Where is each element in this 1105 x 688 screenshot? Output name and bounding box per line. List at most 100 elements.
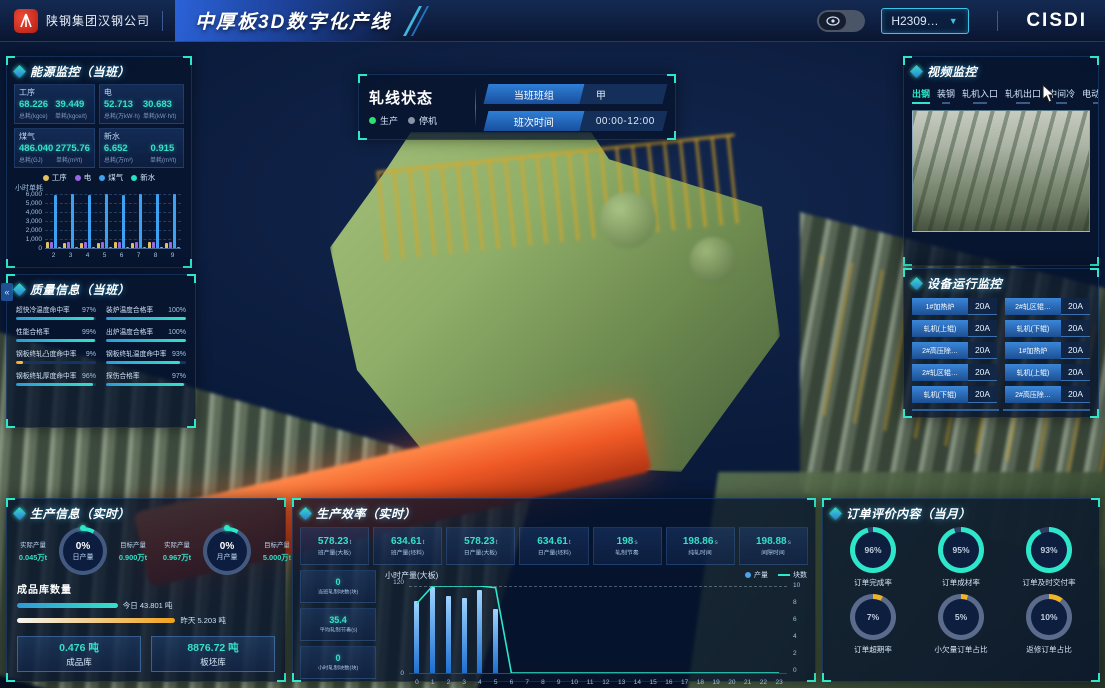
bar [152,242,155,248]
quality-percent: 93% [172,351,186,358]
bar [63,243,66,248]
y-tick-label: 120 [393,579,404,586]
stock-bar-label: 昨天 5.203 吨 [180,615,225,626]
scrollbar-segment[interactable] [912,409,999,411]
scrollbar-segment[interactable] [1003,409,1090,411]
equipment-name-chip[interactable]: 2#高压除… [1005,386,1061,403]
quality-label: 超快冷温度命中率 [16,305,70,315]
camera-tabs: 出钢装钢轧机入口轧机出口中间冷电动辊道 [904,83,1098,104]
bar-group [113,194,130,248]
x-tick-label: 8 [147,252,164,259]
legend-item[interactable]: 电 [75,172,92,183]
metric-value: 2775.76 [56,143,90,154]
progress-track [16,361,96,364]
efficiency-mini-tile: 0小时轧制块数(块) [300,646,376,679]
quality-label: 出炉温度合格率 [106,327,153,337]
donut-percent: 96% [850,527,896,573]
progress-track [106,339,186,342]
equipment-row: 2#高压除…20A [912,342,997,359]
metric-value: 52.713 [104,99,143,110]
target-output-label: 目标产量 [113,540,153,549]
hour-tick-label: 14 [630,679,646,686]
donut-ring: 95% [938,527,984,573]
quality-item: 装炉温度合格率100% [106,305,186,320]
bar [173,194,176,248]
bar [177,247,180,248]
camera-tab[interactable]: 装钢 [937,87,955,104]
stat-label: 轧制节奏 [615,547,638,556]
camera-feed-image[interactable] [912,110,1090,232]
order-donut: 10%返修订单占比 [1007,594,1091,655]
device-select-dropdown[interactable]: H2309… ▼ [881,8,969,34]
efficiency-stat-tile: 578.23t日产量(大板) [446,527,515,565]
efficiency-mini-tile: 0当班轧制块数(块) [300,570,376,603]
equipment-name-chip[interactable]: 1#加热炉 [912,298,968,315]
quality-percent: 9% [86,351,96,358]
quality-label: 钢板终轧温度命中率 [106,349,166,359]
page-title: 中厚板3D数字化产线 [195,7,391,34]
quality-items: 超快冷温度命中率97%装炉温度合格率100%性能合格率99%出炉温度合格率100… [7,301,195,390]
quality-collapse-button[interactable]: « [1,283,13,301]
hour-tick-label: 5 [488,679,504,686]
energy-tile: 工序68.226总耗(kgce)39.449单耗(kgce/t) [14,84,95,124]
status-field-chip[interactable]: 当班班组 [484,84,585,104]
bar [58,247,61,248]
panel-diamond-icon [13,65,26,78]
stock-card-value: 0.476 吨 [59,640,99,655]
x-tick-label: 7 [130,252,147,259]
hour-tick-label: 12 [598,679,614,686]
status-dot-icon [369,117,376,124]
hour-tick-label: 13 [614,679,630,686]
stat-label: 纯轧时间 [689,547,712,556]
bar [143,247,146,248]
donut-ring: 96% [850,527,896,573]
legend-item[interactable]: 煤气 [99,172,123,183]
order-evaluation-panel: 订单评价内容（当月） 96%订单完成率95%订单成材率93%订单及时交付率7%订… [822,498,1100,682]
quality-label: 钢板终轧厚度命中率 [16,371,76,381]
camera-tab[interactable]: 轧机入口 [962,87,998,104]
equipment-name-chip[interactable]: 轧机(下辊) [912,386,968,403]
equipment-name-chip[interactable]: 2#高压除… [912,342,968,359]
metric-value: 0.915 [150,143,179,154]
visibility-toggle[interactable] [817,10,865,32]
hour-axis-labels: 01234567891011121314151617181920212223 [409,679,787,686]
equipment-name-chip[interactable]: 轧机(下辊) [1005,320,1061,337]
hour-tick-label: 20 [724,679,740,686]
equipment-name-chip[interactable]: 轧机(上辊) [912,320,968,337]
equipment-value: 20A [968,364,997,381]
progress-fill [16,361,23,364]
camera-tab[interactable]: 轧机出口 [1005,87,1041,104]
y-tick-label: 0 [400,670,404,677]
hour-tick-label: 11 [582,679,598,686]
equipment-value: 20A [1061,320,1090,337]
right-axis-labels: 1086420 [789,582,807,674]
equipment-name-chip[interactable]: 轧机(上辊) [1005,364,1061,381]
stock-card: 0.476 吨成品库 [17,636,141,672]
legend-dot-icon [131,175,137,181]
equipment-name-chip[interactable]: 2#轧区辊… [1005,298,1061,315]
bar [135,242,138,248]
stock-cards: 0.476 吨成品库8876.72 吨板坯库 [7,628,285,672]
camera-tab[interactable]: 出钢 [912,87,930,104]
legend-item[interactable]: 块数 [778,570,807,580]
stock-bar [17,603,118,608]
legend-item[interactable]: 新水 [131,172,155,183]
equipment-name-chip[interactable]: 1#加热炉 [1005,342,1061,359]
donut-label: 订单完成率 [854,577,892,587]
legend-item[interactable]: 产量 [745,570,768,580]
equipment-row: 轧机(上辊)20A [912,320,997,337]
legend-label: 电 [84,172,92,183]
panel-diamond-icon [910,277,923,290]
status-field-chip[interactable]: 班次时间 [484,111,585,131]
camera-tab[interactable]: 电动辊道 [1082,87,1098,104]
equipment-name-chip[interactable]: 2#轧区辊… [912,364,968,381]
hour-tick-label: 6 [504,679,520,686]
metric-label: 单耗(m³/t) [56,154,88,163]
actual-output-label: 实际产量 [13,540,53,549]
metric-label: 总耗(GJ) [19,154,51,163]
legend-label: 新水 [140,172,155,183]
panel-diamond-icon [13,507,26,520]
cisdi-logo: CISDI [1026,10,1087,32]
legend-dot-icon [75,175,81,181]
legend-item[interactable]: 工序 [43,172,67,183]
